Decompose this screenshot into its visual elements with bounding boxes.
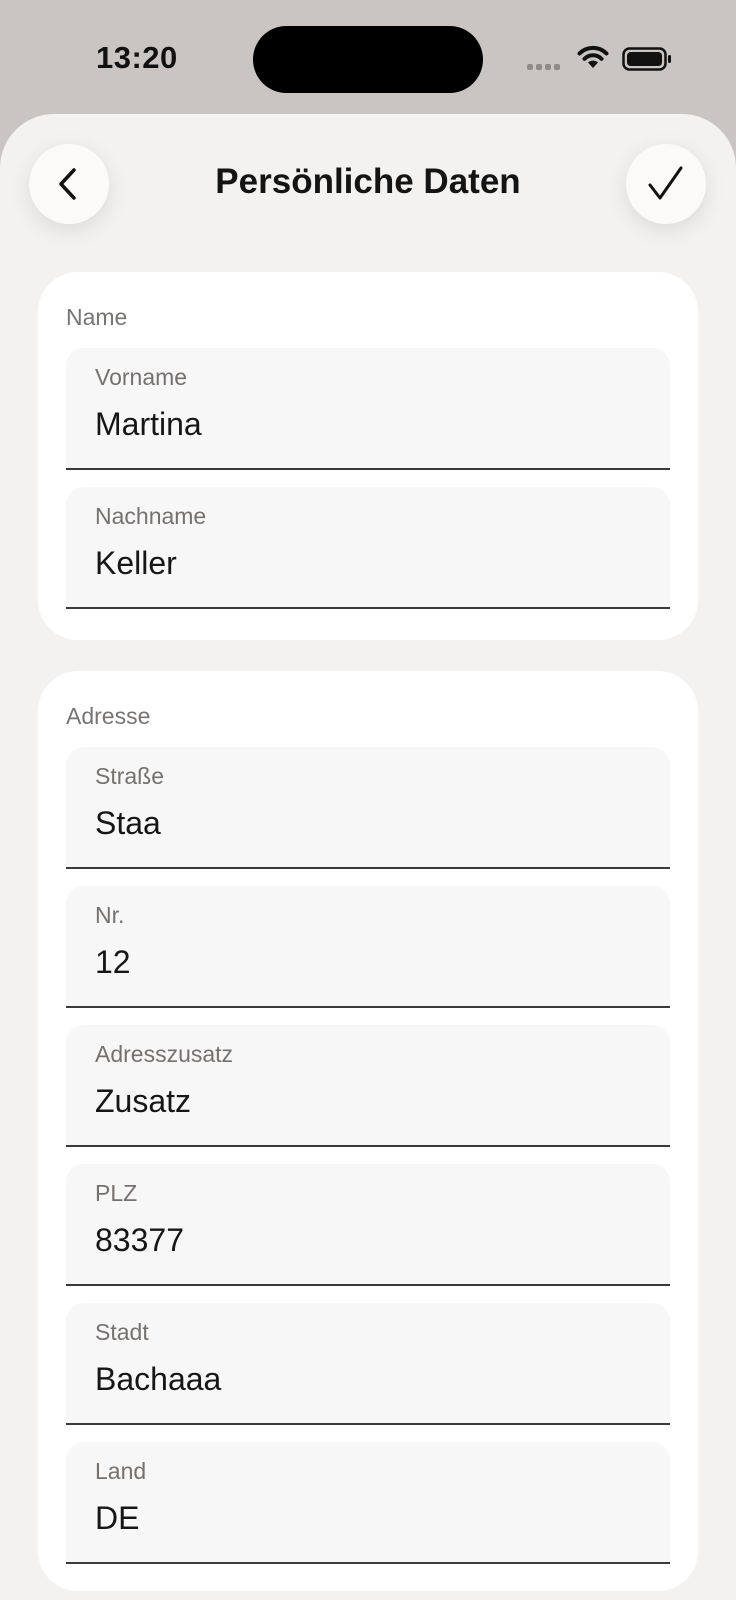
battery-icon bbox=[622, 47, 671, 71]
field-value: Bachaaa bbox=[95, 1361, 222, 1397]
field-label: Nachname bbox=[95, 503, 207, 529]
section-label-address: Adresse bbox=[66, 703, 151, 729]
field-label: Adresszusatz bbox=[95, 1041, 234, 1067]
field-value: DE bbox=[95, 1500, 140, 1536]
field-label: Land bbox=[95, 1458, 147, 1484]
city-field[interactable]: Stadt Bachaaa bbox=[66, 1303, 670, 1425]
field-value: Zusatz bbox=[95, 1083, 192, 1119]
field-value: Keller bbox=[95, 545, 177, 581]
field-label: Stadt bbox=[95, 1319, 149, 1345]
status-time: 13:20 bbox=[96, 40, 178, 75]
address-card: Adresse Straße Staa Nr. 12 Adresszusatz … bbox=[38, 671, 698, 1591]
postal-code-field[interactable]: PLZ 83377 bbox=[66, 1164, 670, 1286]
name-card: Name Vorname Martina Nachname Keller bbox=[38, 272, 698, 640]
last-name-field[interactable]: Nachname Keller bbox=[66, 487, 670, 609]
field-label: Nr. bbox=[95, 902, 125, 928]
status-bar: 13:20 bbox=[0, 0, 736, 115]
street-field[interactable]: Straße Staa bbox=[66, 747, 670, 869]
cellular-signal-icon bbox=[527, 64, 560, 70]
field-value: 12 bbox=[95, 944, 131, 980]
field-label: Vorname bbox=[95, 364, 188, 390]
section-label-name: Name bbox=[66, 304, 128, 330]
first-name-field[interactable]: Vorname Martina bbox=[66, 348, 670, 470]
house-number-field[interactable]: Nr. 12 bbox=[66, 886, 670, 1008]
address-addition-field[interactable]: Adresszusatz Zusatz bbox=[66, 1025, 670, 1147]
field-value: 83377 bbox=[95, 1222, 184, 1258]
confirm-button[interactable] bbox=[626, 144, 706, 224]
edit-sheet: Persönliche Daten Name Vorname Martina N… bbox=[0, 114, 736, 1600]
field-label: Straße bbox=[95, 763, 165, 789]
field-label: PLZ bbox=[95, 1180, 138, 1206]
field-value: Martina bbox=[95, 406, 202, 442]
wifi-icon bbox=[577, 45, 609, 68]
country-field[interactable]: Land DE bbox=[66, 1442, 670, 1564]
dynamic-island bbox=[253, 26, 483, 93]
checkmark-icon bbox=[648, 166, 683, 200]
field-value: Staa bbox=[95, 805, 161, 841]
